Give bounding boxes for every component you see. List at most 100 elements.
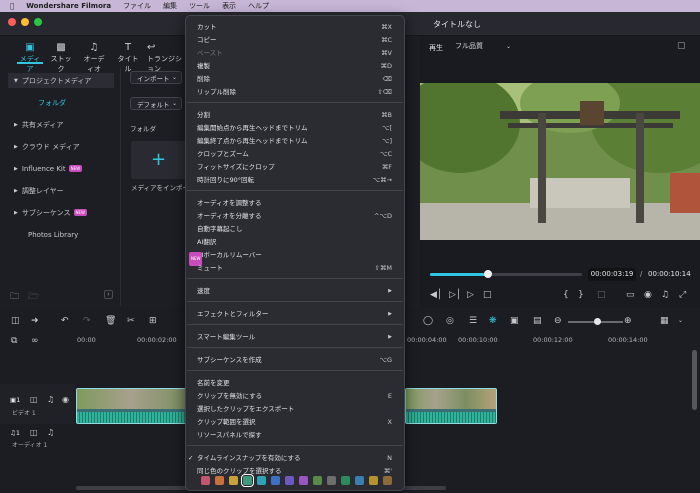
- volume-icon[interactable]: ♫: [47, 428, 54, 437]
- folder-icon[interactable]: ◫: [30, 428, 38, 437]
- auto-reframe-icon[interactable]: ▣: [510, 316, 519, 326]
- context-menu-item[interactable]: ペースト ⌘V: [197, 47, 402, 59]
- play-icon[interactable]: ▷: [467, 290, 474, 300]
- sidebar-item-project-media[interactable]: ▼ プロジェクトメディア: [8, 73, 114, 88]
- mark-out-icon[interactable]: }: [578, 290, 584, 300]
- vertical-scrollbar[interactable]: [692, 350, 697, 410]
- caption-icon[interactable]: ▤: [533, 316, 542, 326]
- folder-icon[interactable]: 🗁: [28, 289, 39, 305]
- color-swatch[interactable]: [201, 476, 210, 485]
- context-menu-item[interactable]: オーディオを調整する: [197, 197, 402, 209]
- select-tool-icon[interactable]: ➜: [31, 316, 39, 326]
- context-menu-item[interactable]: リップル削除 ⇧⌫: [197, 86, 402, 98]
- folder-icon[interactable]: ◫: [30, 395, 38, 404]
- color-swatch[interactable]: [215, 476, 224, 485]
- sidebar-item-photos-library[interactable]: Photos Library: [8, 227, 114, 242]
- context-menu-item[interactable]: AIボーカルリムーバー NEW: [189, 249, 402, 266]
- color-swatch[interactable]: [241, 474, 254, 487]
- sidebar-item-cloud-media[interactable]: ▶ クラウド メディア: [8, 139, 114, 154]
- context-menu-item[interactable]: タイムラインスナップを有効にする ✓ N: [188, 452, 402, 464]
- magnet-snap-icon[interactable]: ❋: [489, 316, 497, 326]
- tab-transitions[interactable]: ↩ トランジション: [147, 42, 187, 74]
- fullscreen-icon[interactable]: ⤢: [679, 290, 686, 300]
- context-menu-item[interactable]: クリップを無効にする E: [197, 390, 402, 402]
- context-menu-item[interactable]: 時計回りに90°回転 ⌥⌘→: [197, 174, 402, 186]
- context-menu-item[interactable]: スマート編集ツール ▶: [197, 331, 402, 343]
- volume-icon[interactable]: ♫: [661, 290, 669, 300]
- context-menu-item[interactable]: コピー ⌘C: [197, 34, 402, 46]
- minimize-window-button[interactable]: [21, 18, 29, 26]
- context-menu-item[interactable]: サブシーケンスを作成 ⌥G: [197, 354, 402, 366]
- zoom-window-button[interactable]: [34, 18, 42, 26]
- tab-audio[interactable]: ♫ オーディオ: [81, 42, 107, 74]
- context-menu-item[interactable]: 名前を変更: [197, 377, 402, 389]
- context-menu-item[interactable]: AI翻訳: [197, 236, 402, 248]
- quality-dropdown[interactable]: フル品質 ⌄: [450, 40, 516, 53]
- context-menu-item[interactable]: 編集開始点から再生ヘッドまでトリム ⌥[: [197, 122, 402, 134]
- menu-help[interactable]: ヘルプ: [248, 1, 269, 11]
- context-menu-item[interactable]: クリップ範囲を選択 X: [197, 416, 402, 428]
- delete-icon[interactable]: 🗑: [105, 316, 116, 326]
- close-window-button[interactable]: [8, 18, 16, 26]
- color-swatch[interactable]: [271, 476, 280, 485]
- crop-icon[interactable]: ⊞: [149, 316, 157, 326]
- render-icon[interactable]: □: [597, 290, 606, 300]
- stop-icon[interactable]: □: [483, 290, 492, 300]
- tab-stock[interactable]: ▩ ストック: [48, 42, 74, 74]
- color-swatch[interactable]: [383, 476, 392, 485]
- play-step-icon[interactable]: ▷│: [449, 290, 461, 300]
- camera-icon[interactable]: ◉: [644, 290, 652, 300]
- zoom-out-icon[interactable]: ⊖: [554, 316, 562, 326]
- grid-icon[interactable]: ▦: [660, 316, 669, 326]
- microphone-icon[interactable]: ◎: [446, 316, 454, 326]
- scissors-icon[interactable]: ✂: [127, 316, 135, 326]
- context-menu-item[interactable]: ミュート ⇧⌘M: [197, 262, 402, 274]
- import-dropdown[interactable]: インポート ⌄: [130, 71, 182, 84]
- color-swatch[interactable]: [229, 476, 238, 485]
- menu-file[interactable]: ファイル: [123, 1, 151, 11]
- redo-icon[interactable]: ↷: [83, 316, 91, 326]
- context-menu-item[interactable]: リソースパネルで探す: [197, 429, 402, 441]
- chevron-down-icon[interactable]: ⌄: [678, 317, 683, 324]
- zoom-in-icon[interactable]: ⊕: [624, 316, 632, 326]
- menu-edit[interactable]: 編集: [163, 1, 177, 11]
- tab-media[interactable]: ▣ メディア: [17, 42, 43, 74]
- context-menu-item[interactable]: 複製 ⌘D: [197, 60, 402, 72]
- app-menu[interactable]: Wondershare Filmora: [26, 2, 111, 10]
- tab-titles[interactable]: T タイトル: [115, 42, 141, 74]
- new-folder-icon[interactable]: 🗀: [10, 289, 19, 305]
- color-swatch[interactable]: [257, 476, 266, 485]
- context-menu-item[interactable]: 選択したクリップをエクスポート: [197, 403, 402, 415]
- mark-in-icon[interactable]: {: [563, 290, 569, 300]
- previous-frame-icon[interactable]: ◀│: [430, 290, 442, 300]
- sidebar-item-influence-kit[interactable]: ▶ Influence Kit NEW: [8, 161, 114, 176]
- undo-icon[interactable]: ↶: [61, 316, 69, 326]
- context-menu-item[interactable]: クロップとズーム ⌥C: [197, 148, 402, 160]
- list-icon[interactable]: ☰: [469, 316, 477, 326]
- color-swatch[interactable]: [341, 476, 350, 485]
- volume-icon[interactable]: ♫: [47, 395, 54, 404]
- display-icon[interactable]: ▭: [626, 290, 635, 300]
- color-swatch[interactable]: [313, 476, 322, 485]
- color-swatch[interactable]: [299, 476, 308, 485]
- context-menu-item[interactable]: 削除 ⌫: [197, 73, 402, 85]
- context-menu-item[interactable]: 分割 ⌘B: [197, 109, 402, 121]
- collapse-sidebar-icon[interactable]: ‹: [104, 290, 113, 299]
- sidebar-item-folder[interactable]: フォルダ: [8, 95, 114, 110]
- sidebar-item-subsequence[interactable]: ▶ サブシーケンス NEW: [8, 205, 114, 220]
- color-swatch[interactable]: [369, 476, 378, 485]
- context-menu-item[interactable]: 自動字幕起こし: [197, 223, 402, 235]
- import-media-tile[interactable]: +: [131, 141, 186, 179]
- snapshot-image-icon[interactable]: ▢: [677, 41, 686, 51]
- sidebar-item-shared-media[interactable]: ▶ 共有メディア: [8, 117, 114, 132]
- context-menu-item[interactable]: エフェクトとフィルター ▶: [197, 308, 402, 320]
- shield-icon[interactable]: ◯: [423, 316, 433, 326]
- color-swatch[interactable]: [285, 476, 294, 485]
- zoom-slider-handle[interactable]: [594, 318, 601, 325]
- color-swatch[interactable]: [355, 476, 364, 485]
- color-swatch[interactable]: [327, 476, 336, 485]
- sort-dropdown[interactable]: デフォルト ⌄: [130, 97, 182, 110]
- playhead-handle[interactable]: [483, 270, 492, 278]
- context-menu-item[interactable]: オーディオを分離する ^⌥D: [197, 210, 402, 222]
- context-menu-item[interactable]: フィットサイズにクロップ ⌘F: [197, 161, 402, 173]
